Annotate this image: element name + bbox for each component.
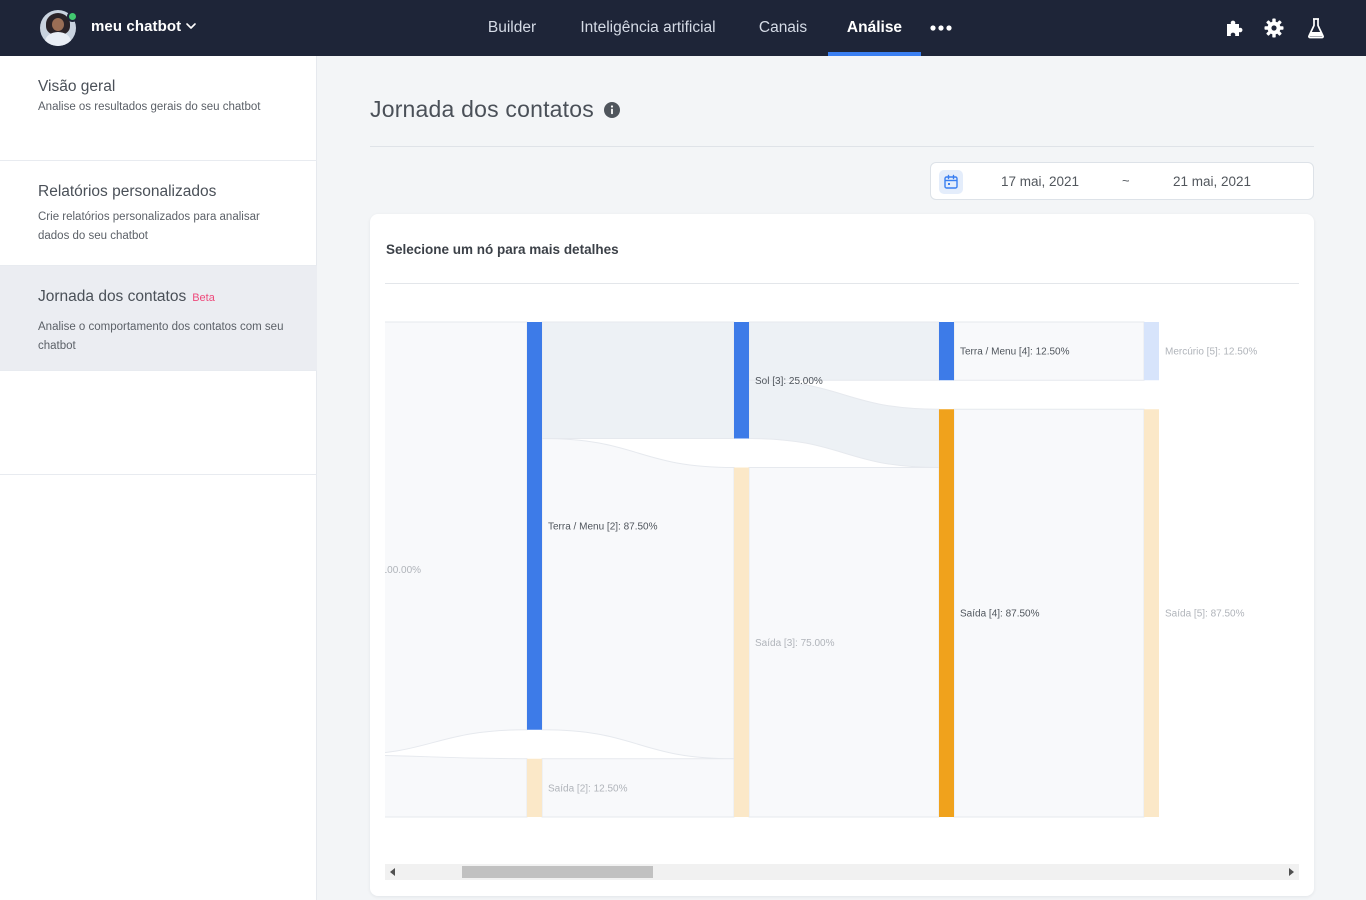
puzzle-icon[interactable]	[1224, 17, 1246, 39]
sankey-node-label: Mercúrio [5]: 12.50%	[1165, 347, 1257, 358]
scroll-left-arrow-icon[interactable]	[390, 868, 395, 876]
sankey-node-label: Saída [4]: 87.50%	[960, 609, 1040, 620]
sidebar-item-title: Visão geral	[38, 78, 116, 95]
page-title: Jornada dos contatos	[370, 96, 594, 122]
gear-icon[interactable]	[1263, 17, 1285, 39]
sidebar-item-title-text: Jornada dos contatos	[38, 288, 187, 305]
chevron-down-icon[interactable]	[185, 20, 197, 32]
top-navigation-bar: meu chatbot Builder Inteligência artific…	[0, 0, 1366, 56]
calendar-button[interactable]	[939, 170, 963, 194]
sankey-node[interactable]	[734, 322, 749, 439]
sidebar-item-title: Jornada dos contatos Beta	[38, 288, 215, 306]
sankey-node-label: Sol [3]: 25.00%	[755, 376, 823, 387]
sankey-node-label: Saída [3]: 75.00%	[755, 638, 835, 649]
nav-inteligencia-artificial[interactable]: Inteligência artificial	[568, 0, 728, 56]
card-divider	[385, 283, 1299, 284]
scroll-right-arrow-icon[interactable]	[1289, 868, 1294, 876]
sidebar-item-title: Relatórios personalizados	[38, 183, 217, 200]
card-title: Selecione um nó para mais detalhes	[386, 242, 619, 257]
sidebar-empty-slot	[0, 371, 317, 475]
sidebar-item-desc: Analise os resultados gerais do seu chat…	[38, 101, 261, 113]
flask-icon[interactable]	[1305, 17, 1327, 39]
beta-badge: Beta	[192, 292, 215, 304]
nav-analise[interactable]: Análise	[828, 0, 921, 56]
sidebar-item-desc: Analise o comportamento dos contatos com…	[38, 321, 284, 352]
nav-builder[interactable]: Builder	[476, 0, 548, 56]
date-from[interactable]: 17 mai, 2021	[1001, 174, 1079, 189]
sankey-chart: das [1]: 100.00% Terra / Menu [2]: 87.50%…	[385, 321, 1257, 818]
scrollbar-thumb[interactable]	[462, 866, 653, 878]
avatar-body	[45, 32, 71, 46]
title-divider	[370, 146, 1314, 147]
sankey-link[interactable]	[385, 321, 528, 755]
sankey-node-label: Saída [5]: 87.50%	[1165, 609, 1245, 620]
sidebar-item-visao-geral[interactable]: Visão geral Analise os resultados gerais…	[0, 56, 317, 161]
sankey-node[interactable]	[734, 467, 749, 818]
avatar-face	[52, 18, 64, 31]
sankey-node-label: Terra / Menu [2]: 87.50%	[548, 521, 658, 532]
sidebar-item-jornada[interactable]: Jornada dos contatos Beta Analise o compo…	[0, 266, 317, 371]
sankey-node-label: Terra / Menu [4]: 12.50%	[960, 347, 1070, 358]
bot-name[interactable]: meu chatbot	[91, 18, 181, 35]
sankey-link[interactable]	[541, 437, 735, 760]
sidebar-item-relatorios[interactable]: Relatórios personalizados Crie relatório…	[0, 161, 317, 266]
sankey-node[interactable]	[939, 409, 954, 817]
analysis-sidebar: Visão geral Analise os resultados gerais…	[0, 56, 317, 900]
sankey-link[interactable]	[541, 321, 735, 439]
active-tab-indicator	[828, 52, 921, 56]
sankey-link[interactable]	[748, 321, 940, 381]
sidebar-item-desc: Crie relatórios personalizados para anal…	[38, 211, 260, 242]
date-separator: ~	[1122, 173, 1130, 188]
sankey-node[interactable]	[1144, 322, 1159, 381]
date-range-picker[interactable]: 17 mai, 2021 ~ 21 mai, 2021	[930, 162, 1314, 200]
sankey-node[interactable]	[1144, 409, 1159, 817]
sankey-link[interactable]	[385, 754, 528, 818]
horizontal-scrollbar[interactable]	[385, 864, 1299, 880]
sankey-node[interactable]	[939, 322, 954, 381]
sankey-link[interactable]	[748, 379, 940, 469]
sankey-node-label: das [1]: 100.00%	[385, 565, 421, 576]
online-status-dot	[67, 11, 78, 22]
more-dots-icon[interactable]	[930, 24, 952, 32]
calendar-icon	[944, 174, 958, 189]
sankey-node-label: Saída [2]: 12.50%	[548, 783, 628, 794]
sankey-node[interactable]	[527, 322, 542, 730]
date-to[interactable]: 21 mai, 2021	[1173, 174, 1251, 189]
sankey-node[interactable]	[527, 758, 542, 817]
info-icon[interactable]	[604, 102, 620, 118]
nav-canais[interactable]: Canais	[748, 0, 818, 56]
journey-card: Selecione um nó para mais detalhes das […	[370, 214, 1314, 896]
